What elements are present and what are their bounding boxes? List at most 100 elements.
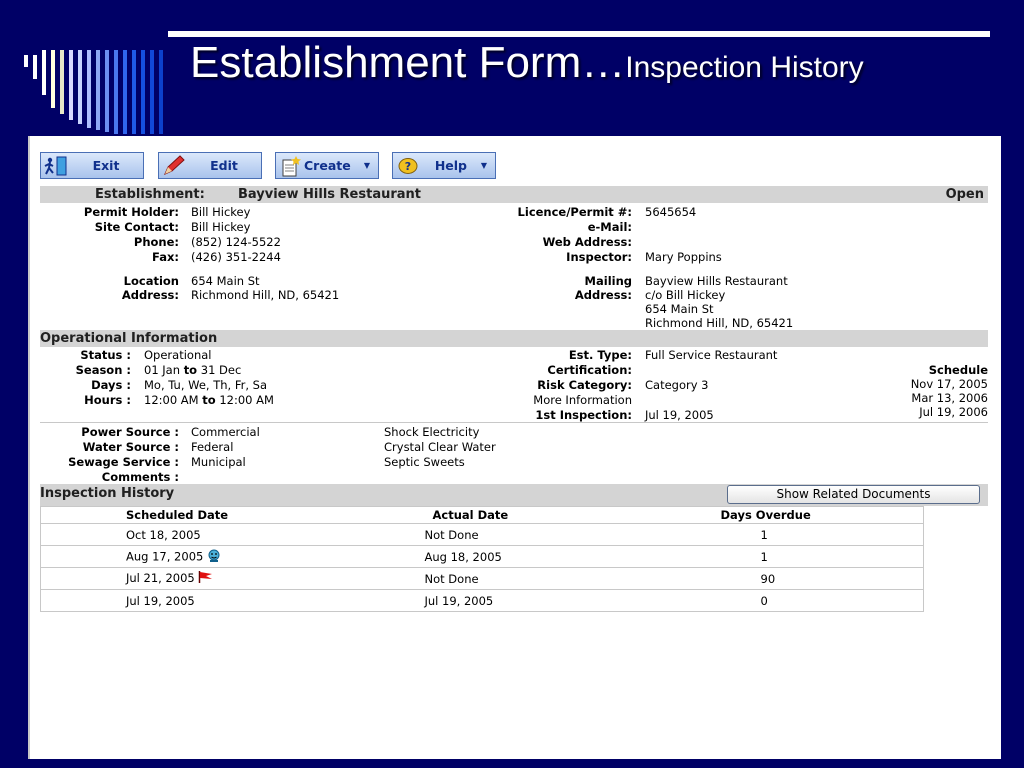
season-label: Season : bbox=[75, 363, 131, 377]
est-type-label: Est. Type: bbox=[568, 348, 632, 362]
operational-header: Operational Information bbox=[40, 330, 988, 347]
chevron-down-icon: ▼ bbox=[363, 161, 370, 170]
table-row[interactable]: Oct 18, 2005 Not Done 1 bbox=[40, 523, 924, 546]
days-overdue-cell: 90 bbox=[720, 567, 924, 590]
actual-date-cell: Not Done bbox=[424, 567, 721, 590]
days-overdue-cell: 0 bbox=[720, 589, 924, 612]
more-information-link[interactable]: More Information bbox=[533, 393, 632, 407]
days-overdue-cell: 1 bbox=[720, 523, 924, 546]
permit-holder-value: Bill Hickey bbox=[191, 205, 251, 219]
operational-header-label: Operational Information bbox=[40, 331, 218, 346]
power-provider-value: Shock Electricity bbox=[384, 425, 480, 439]
svg-text:?: ? bbox=[405, 160, 411, 173]
risk-category-label: Risk Category: bbox=[537, 378, 632, 392]
days-overdue-cell: 1 bbox=[720, 545, 924, 568]
inspection-history-table: Scheduled Date Actual Date Days Overdue … bbox=[40, 506, 924, 612]
inspection-history-label: Inspection History bbox=[40, 486, 175, 501]
hours-to-word: to bbox=[202, 393, 216, 407]
mailing-line-1: Bayview Hills Restaurant bbox=[645, 274, 788, 288]
web-address-label: Web Address: bbox=[542, 235, 632, 249]
days-value: Mo, Tu, We, Th, Fr, Sa bbox=[144, 378, 268, 392]
create-button[interactable]: Create ▼ bbox=[275, 152, 379, 179]
new-document-icon bbox=[278, 154, 304, 178]
slide-title: Establishment Form…Inspection History bbox=[190, 38, 864, 88]
hours-value: 12:00 AM to 12:00 AM bbox=[144, 393, 274, 407]
inspector-value: Mary Poppins bbox=[645, 250, 722, 264]
season-from: 01 Jan bbox=[144, 363, 181, 377]
toolbar: Exit Edit Create ▼ ? Help ▼ bbox=[40, 150, 988, 182]
schedule-label: Schedule bbox=[928, 363, 988, 377]
operational-details: Status : Operational Season : 01 Jan to … bbox=[40, 348, 988, 424]
exit-label: Exit bbox=[92, 158, 120, 173]
licence-label: Licence/Permit #: bbox=[517, 205, 632, 219]
scheduled-date: Jul 19, 2005 bbox=[126, 593, 195, 608]
days-label: Days : bbox=[91, 378, 131, 392]
show-related-documents-button[interactable]: Show Related Documents bbox=[727, 485, 980, 504]
inspection-history-header: Inspection History Show Related Document… bbox=[40, 484, 988, 506]
table-row[interactable]: Jul 21, 2005 Not Done 90 bbox=[40, 567, 924, 590]
hours-label: Hours : bbox=[84, 393, 131, 407]
site-contact-value: Bill Hickey bbox=[191, 220, 251, 234]
mailing-line-3: 654 Main St bbox=[645, 302, 714, 316]
red-flag-icon[interactable] bbox=[198, 571, 214, 586]
slide-title-rule bbox=[168, 31, 990, 37]
table-header-row: Scheduled Date Actual Date Days Overdue bbox=[40, 506, 924, 524]
help-label: Help bbox=[434, 158, 467, 173]
schedule-date: Jul 19, 2006 bbox=[919, 405, 988, 419]
email-label: e-Mail: bbox=[587, 220, 632, 234]
phone-label: Phone: bbox=[133, 235, 179, 249]
fax-value: (426) 351-2244 bbox=[191, 250, 281, 264]
status-badge: Open bbox=[945, 187, 984, 202]
sewage-service-value: Municipal bbox=[191, 455, 246, 469]
inspector-label: Inspector: bbox=[566, 250, 632, 264]
water-source-label: Water Source : bbox=[82, 440, 179, 454]
table-row[interactable]: Aug 17, 2005 Aug 18, 2005 1 bbox=[40, 545, 924, 568]
table-row[interactable]: Jul 19, 2005 Jul 19, 2005 0 bbox=[40, 589, 924, 612]
location-label-1: Location bbox=[123, 274, 179, 288]
status-label: Status : bbox=[80, 348, 131, 362]
edit-button[interactable]: Edit bbox=[158, 152, 262, 179]
column-header-days-overdue[interactable]: Days Overdue bbox=[720, 506, 924, 524]
power-source-label: Power Source : bbox=[81, 425, 179, 439]
season-to: 31 Dec bbox=[200, 363, 242, 377]
decorative-bars bbox=[24, 50, 169, 136]
establishment-label: Establishment: bbox=[95, 187, 205, 202]
location-label-2: Address: bbox=[121, 288, 179, 302]
fax-label: Fax: bbox=[152, 250, 179, 264]
column-header-actual-date[interactable]: Actual Date bbox=[424, 506, 721, 524]
risk-category-value: Category 3 bbox=[645, 378, 709, 392]
establishment-details: Permit Holder: Bill Hickey Site Contact:… bbox=[40, 205, 988, 330]
actual-date-cell: Aug 18, 2005 bbox=[424, 545, 721, 568]
actual-date-cell: Not Done bbox=[424, 523, 721, 546]
mailing-label-1: Mailing bbox=[584, 274, 632, 288]
licence-value: 5645654 bbox=[645, 205, 697, 219]
phone-value: (852) 124-5522 bbox=[191, 235, 281, 249]
scheduled-date: Oct 18, 2005 bbox=[126, 527, 201, 542]
slide-title-sub: Inspection History bbox=[625, 51, 864, 84]
first-inspection-value: Jul 19, 2005 bbox=[645, 408, 714, 422]
actual-date-cell: Jul 19, 2005 bbox=[424, 589, 721, 612]
certification-label: Certification: bbox=[547, 363, 632, 377]
slide-title-main: Establishment Form… bbox=[190, 38, 626, 87]
sewage-provider-value: Septic Sweets bbox=[384, 455, 465, 469]
sewage-service-label: Sewage Service : bbox=[68, 455, 179, 469]
schedule-date: Mar 13, 2006 bbox=[911, 391, 988, 405]
column-header-scheduled-date[interactable]: Scheduled Date bbox=[40, 506, 425, 524]
est-type-value: Full Service Restaurant bbox=[645, 348, 778, 362]
mailing-label-2: Address: bbox=[574, 288, 632, 302]
scheduled-date-cell: Jul 19, 2005 bbox=[40, 589, 425, 612]
season-to-word: to bbox=[183, 363, 198, 377]
exit-door-icon bbox=[43, 154, 69, 178]
first-inspection-label: 1st Inspection: bbox=[535, 408, 632, 422]
establishment-name: Bayview Hills Restaurant bbox=[238, 187, 422, 202]
schedule-date: Nov 17, 2005 bbox=[910, 377, 988, 391]
face-icon[interactable] bbox=[207, 549, 221, 565]
help-button[interactable]: ? Help ▼ bbox=[392, 152, 496, 179]
scheduled-date-cell: Oct 18, 2005 bbox=[40, 523, 425, 546]
exit-button[interactable]: Exit bbox=[40, 152, 144, 179]
water-source-value: Federal bbox=[191, 440, 234, 454]
hours-to: 12:00 AM bbox=[219, 393, 274, 407]
services-details: Power Source : Commercial Shock Electric… bbox=[40, 425, 988, 485]
divider bbox=[40, 422, 988, 423]
establishment-header: Establishment: Bayview Hills Restaurant … bbox=[40, 186, 988, 203]
